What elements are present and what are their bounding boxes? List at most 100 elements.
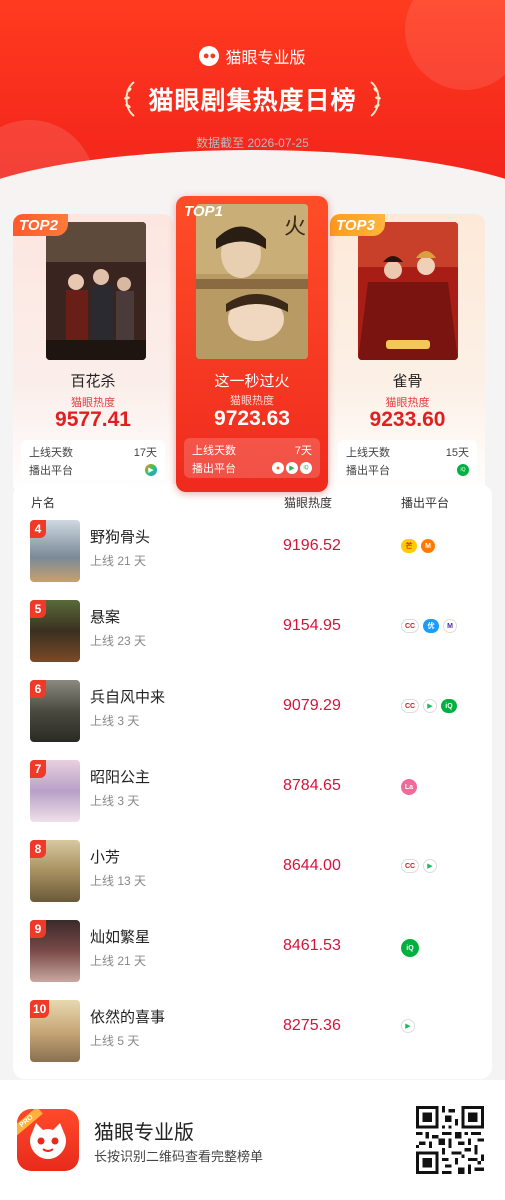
days-value: 15天 <box>445 447 469 459</box>
migu-icon: M <box>443 619 457 633</box>
days-online: 上线 21 天 <box>90 954 147 968</box>
app-name: 猫眼专业版 <box>94 1122 194 1144</box>
rank-badge: 4 <box>30 520 46 538</box>
heat-value: 9577.41 <box>55 408 131 431</box>
list-item[interactable]: 6 兵自风中来 上线 3 天 9079.29 CC ▶ iQ <box>13 680 492 760</box>
top3-card[interactable]: TOP3 雀骨 猫眼热度 9233.60 上线天数 15天 播出平台 iQ <box>330 214 485 494</box>
list-item[interactable]: 8 小芳 上线 13 天 8644.00 CC ▶ <box>13 840 492 920</box>
tencent-video-icon: ▶ <box>286 462 298 474</box>
iqiyi-icon: iQ <box>457 464 469 476</box>
heat-value: 8784.65 <box>283 777 341 794</box>
svg-text:火: 火 <box>284 215 306 240</box>
laurel-left-icon <box>124 81 136 117</box>
days-label: 上线天数 <box>29 447 73 459</box>
lala-icon: La <box>401 779 417 795</box>
list-item[interactable]: 7 昭阳公主 上线 3 天 8784.65 La <box>13 760 492 840</box>
show-title: 兵自风中来 <box>90 689 166 706</box>
platform-icons: CC 优 M <box>401 619 457 633</box>
list-header: 片名 猫眼热度 播出平台 <box>13 494 492 512</box>
rank-badge: 5 <box>30 600 46 618</box>
days-online: 上线 23 天 <box>90 634 147 648</box>
header-platform: 播出平台 <box>401 496 450 510</box>
show-title: 灿如繁星 <box>90 929 151 946</box>
rank-tag: TOP1 <box>184 202 223 220</box>
poster-art: 火 <box>196 204 308 359</box>
platform-icons: CC ▶ <box>401 859 437 873</box>
iqiyi-icon: iQ <box>441 699 457 713</box>
heat-value: 9233.60 <box>369 408 446 431</box>
poster-image <box>46 222 146 360</box>
poster-art <box>358 222 458 360</box>
rank-list: 片名 猫眼热度 播出平台 4 野狗骨头 上线 21 天 9196.52 芒 M … <box>13 484 492 1079</box>
days-online: 上线 21 天 <box>90 554 147 568</box>
app-logo-icon: PRO <box>17 1109 79 1171</box>
heat-value: 9196.52 <box>283 537 341 554</box>
list-item[interactable]: 9 灿如繁星 上线 21 天 8461.53 iQ <box>13 920 492 1000</box>
qr-code[interactable] <box>416 1106 484 1174</box>
tencent-video-icon: ▶ <box>145 464 157 476</box>
brand-name: 猫眼专业版 <box>225 50 306 67</box>
days-online: 上线 3 天 <box>90 794 140 808</box>
page-title: 猫眼剧集热度日榜 <box>148 87 357 115</box>
days-online: 上线 13 天 <box>90 874 147 888</box>
days-value: 17天 <box>133 447 157 459</box>
cctv-icon: CC <box>401 699 419 713</box>
meta-box: 上线天数 7天 播出平台 ● ▶ iQ <box>184 438 320 478</box>
days-label: 上线天数 <box>192 445 236 457</box>
tencent-video-icon: ▶ <box>423 859 437 873</box>
days-label: 上线天数 <box>346 447 390 459</box>
heat-value: 9723.63 <box>214 407 290 430</box>
tencent-video-icon: ▶ <box>401 1019 415 1033</box>
cctv-icon: CC <box>401 619 419 633</box>
heat-value: 8275.36 <box>283 1017 341 1034</box>
show-title: 昭阳公主 <box>90 769 151 786</box>
heat-value: 8644.00 <box>283 857 341 874</box>
mango-tv-icon: M <box>421 539 435 553</box>
platform-icons: iQ <box>401 939 419 957</box>
youku-icon: 优 <box>423 619 439 633</box>
rank-badge: 8 <box>30 840 46 858</box>
list-item[interactable]: 5 悬案 上线 23 天 9154.95 CC 优 M <box>13 600 492 680</box>
header-heat: 猫眼热度 <box>284 496 333 510</box>
poster-image <box>358 222 458 360</box>
cctv-icon: CC <box>401 859 419 873</box>
show-title: 野狗骨头 <box>90 529 151 546</box>
show-title: 小芳 <box>90 849 121 866</box>
cat-face-icon <box>30 1123 66 1159</box>
show-title: 这一秒过火 <box>214 373 290 390</box>
show-title: 雀骨 <box>392 373 423 390</box>
platform-icons: 芒 M <box>401 539 435 553</box>
laurel-right-icon <box>369 81 381 117</box>
brand: ●● 猫眼专业版 <box>0 44 505 68</box>
platform-icons: ▶ <box>401 1019 415 1033</box>
tencent-video-icon: ▶ <box>423 699 437 713</box>
qr-hint: 长按识别二维码查看完整榜单 <box>94 1149 264 1164</box>
top1-card[interactable]: 火 TOP1 这一秒过火 猫眼热度 9723.63 上线天数 7天 播出平台 ● … <box>176 196 328 492</box>
list-item[interactable]: 10 依然的喜事 上线 5 天 8275.36 ▶ <box>13 1000 492 1080</box>
rank-badge: 6 <box>30 680 46 698</box>
hunan-tv-icon: 芒 <box>401 539 417 553</box>
heat-value: 9154.95 <box>283 617 341 634</box>
iqiyi-icon: iQ <box>300 462 312 474</box>
rank-badge: 10 <box>30 1000 50 1018</box>
show-title: 依然的喜事 <box>90 1009 166 1026</box>
rank-tag: TOP2 <box>13 214 68 236</box>
platform-label: 播出平台 <box>29 465 73 477</box>
mango-tv-icon: ● <box>272 462 284 474</box>
rank-badge: 9 <box>30 920 46 938</box>
days-value: 7天 <box>294 445 312 457</box>
days-online: 上线 3 天 <box>90 714 140 728</box>
list-item[interactable]: 4 野狗骨头 上线 21 天 9196.52 芒 M <box>13 520 492 600</box>
data-date: 数据截至 2026-07-25 <box>196 136 309 150</box>
top2-card[interactable]: TOP2 百花杀 猫眼热度 9577.41 上线天数 17天 播出平台 ▶ <box>13 214 173 494</box>
heat-value: 8461.53 <box>283 937 341 954</box>
rank-tag: TOP3 <box>330 214 385 236</box>
platform-icons: La <box>401 779 417 795</box>
platform-icons: CC ▶ iQ <box>401 699 457 713</box>
poster-art <box>46 222 146 360</box>
iqiyi-icon: iQ <box>401 939 419 957</box>
meta-box: 上线天数 15天 播出平台 iQ <box>338 440 477 480</box>
show-title: 百花杀 <box>70 373 116 390</box>
platform-label: 播出平台 <box>346 465 390 477</box>
footer: PRO 猫眼专业版 长按识别二维码查看完整榜单 <box>0 1080 505 1200</box>
